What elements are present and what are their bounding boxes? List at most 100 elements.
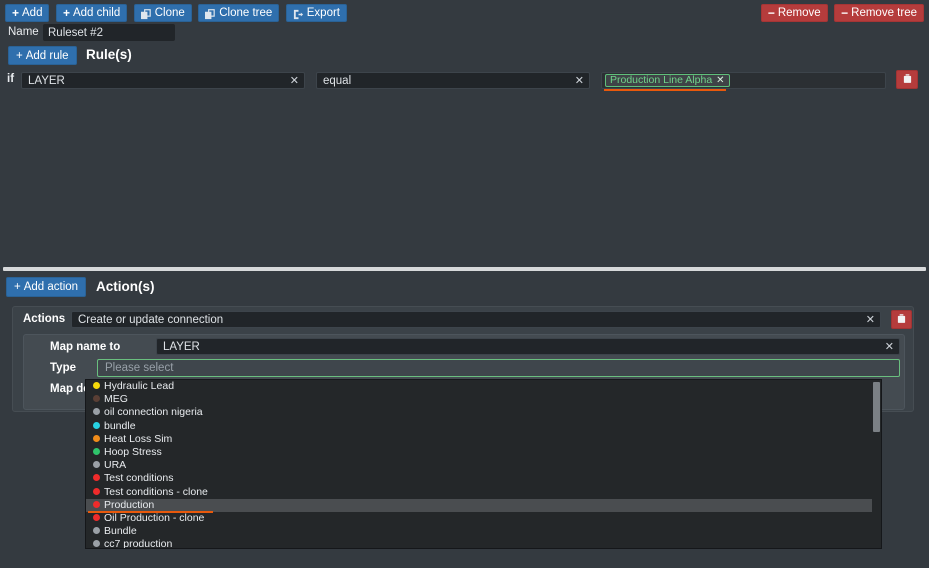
dropdown-item-label: bundle xyxy=(104,420,136,432)
type-select-input[interactable]: Please select xyxy=(97,359,900,377)
add-action-button-label: Add action xyxy=(24,281,78,293)
export-button[interactable]: Export xyxy=(286,4,347,22)
color-dot-icon xyxy=(93,501,100,508)
map-name-select[interactable]: LAYER ✕ xyxy=(156,338,900,355)
map-name-label: Map name to xyxy=(50,341,120,353)
color-dot-icon xyxy=(93,527,100,534)
actions-label: Actions xyxy=(23,313,65,325)
rules-header: + Add rule Rule(s) xyxy=(0,46,929,70)
rule-operator-value: equal xyxy=(323,74,351,89)
plus-icon: + xyxy=(12,7,19,19)
clone-button-label: Clone xyxy=(155,4,185,22)
minus-icon: − xyxy=(768,7,775,19)
name-row: Name xyxy=(0,24,929,44)
dropdown-item[interactable]: oil connection nigeria xyxy=(86,406,881,419)
dropdown-scrollbar-thumb[interactable] xyxy=(873,382,880,432)
rule-value-select[interactable]: Production Line Alpha ✕ xyxy=(601,72,886,89)
remove-button[interactable]: − Remove xyxy=(761,4,828,22)
dropdown-item[interactable]: Production xyxy=(86,499,881,512)
dropdown-item[interactable]: Heat Loss Sim xyxy=(86,433,881,446)
clone-tree-button[interactable]: Clone tree xyxy=(198,4,279,22)
trash-icon xyxy=(902,71,913,89)
if-label: if xyxy=(7,73,14,85)
spellcheck-underline xyxy=(604,89,726,91)
type-placeholder: Please select xyxy=(105,361,173,376)
dropdown-scrollbar-track[interactable] xyxy=(872,380,881,549)
type-label: Type xyxy=(50,362,76,374)
remove-tree-button[interactable]: − Remove tree xyxy=(834,4,924,22)
color-dot-icon xyxy=(93,514,100,521)
rule-field-value: LAYER xyxy=(28,74,65,89)
toolbar-left-group: + Add + Add child Clone Clone tree xyxy=(5,0,349,22)
panel-splitter[interactable] xyxy=(3,267,926,271)
plus-icon: + xyxy=(63,7,70,19)
remove-button-label: Remove xyxy=(778,4,821,22)
add-child-button[interactable]: + Add child xyxy=(56,4,127,22)
app-root: + Add + Add child Clone Clone tree xyxy=(0,0,929,568)
delete-action-button[interactable] xyxy=(891,310,912,329)
add-rule-button[interactable]: + Add rule xyxy=(8,46,77,65)
clear-icon[interactable]: ✕ xyxy=(290,73,299,89)
dropdown-item[interactable]: bundle xyxy=(86,420,881,433)
rule-row: if LAYER ✕ equal ✕ Production Line Alpha… xyxy=(0,70,929,92)
color-dot-icon xyxy=(93,474,100,481)
dropdown-item-label: Hoop Stress xyxy=(104,446,162,458)
dropdown-item-label: Test conditions xyxy=(104,472,173,484)
export-button-label: Export xyxy=(307,4,340,22)
color-dot-icon xyxy=(93,408,100,415)
rule-value-tag[interactable]: Production Line Alpha ✕ xyxy=(605,74,730,87)
clone-tree-icon xyxy=(205,8,216,19)
dropdown-item[interactable]: Test conditions - clone xyxy=(86,486,881,499)
top-toolbar: + Add + Add child Clone Clone tree xyxy=(0,0,929,26)
actions-header: + Add action Action(s) xyxy=(0,277,929,301)
plus-icon: + xyxy=(14,281,21,293)
toolbar-right-group: − Remove − Remove tree xyxy=(761,0,926,22)
delete-rule-button[interactable] xyxy=(896,70,918,89)
clear-icon[interactable]: ✕ xyxy=(575,73,584,89)
action-type-value: Create or update connection xyxy=(78,313,223,328)
export-icon xyxy=(293,8,304,19)
dropdown-items: Hydraulic LeadMEGoil connection nigeria b… xyxy=(86,380,881,549)
action-type-select[interactable]: Create or update connection ✕ xyxy=(71,311,881,328)
dropdown-item[interactable]: Bundle xyxy=(86,525,881,538)
dropdown-item[interactable]: cc7 production xyxy=(86,538,881,549)
tag-remove-icon[interactable]: ✕ xyxy=(716,74,724,87)
remove-tree-button-label: Remove tree xyxy=(851,4,917,22)
dropdown-item[interactable]: Oil Production - clone xyxy=(86,512,881,525)
clone-button[interactable]: Clone xyxy=(134,4,192,22)
dropdown-item-label: Oil Production - clone xyxy=(104,512,204,524)
clear-icon[interactable]: ✕ xyxy=(866,312,875,328)
dropdown-item-label: URA xyxy=(104,459,126,471)
add-action-button[interactable]: + Add action xyxy=(6,277,86,297)
add-child-button-label: Add child xyxy=(73,4,120,22)
add-button-label: Add xyxy=(22,4,42,22)
add-button[interactable]: + Add xyxy=(5,4,49,22)
color-dot-icon xyxy=(93,382,100,389)
actions-section-title: Action(s) xyxy=(96,279,155,294)
trash-icon xyxy=(896,311,907,329)
color-dot-icon xyxy=(93,422,100,429)
clone-icon xyxy=(141,8,152,19)
rule-operator-select[interactable]: equal ✕ xyxy=(316,72,590,89)
minus-icon: − xyxy=(841,7,848,19)
clear-icon[interactable]: ✕ xyxy=(885,339,894,355)
type-dropdown-list[interactable]: Hydraulic LeadMEGoil connection nigeria b… xyxy=(85,379,882,549)
ruleset-name-input[interactable] xyxy=(43,24,175,41)
dropdown-item[interactable]: Hoop Stress xyxy=(86,446,881,459)
color-dot-icon xyxy=(93,540,100,547)
dropdown-item[interactable]: URA xyxy=(86,459,881,472)
dropdown-item[interactable]: Test conditions xyxy=(86,472,881,485)
color-dot-icon xyxy=(93,461,100,468)
map-name-value: LAYER xyxy=(163,340,200,355)
rule-field-select[interactable]: LAYER ✕ xyxy=(21,72,305,89)
dropdown-item-label: Heat Loss Sim xyxy=(104,433,172,445)
dropdown-item[interactable]: Hydraulic Lead xyxy=(86,380,881,393)
color-dot-icon xyxy=(93,488,100,495)
dropdown-item-label: Hydraulic Lead xyxy=(104,380,174,392)
clone-tree-button-label: Clone tree xyxy=(219,4,272,22)
dropdown-item[interactable]: MEG xyxy=(86,393,881,406)
rule-value-tag-label: Production Line Alpha xyxy=(610,74,712,87)
color-dot-icon xyxy=(93,435,100,442)
color-dot-icon xyxy=(93,395,100,402)
dropdown-item-label: oil connection nigeria xyxy=(104,406,203,418)
